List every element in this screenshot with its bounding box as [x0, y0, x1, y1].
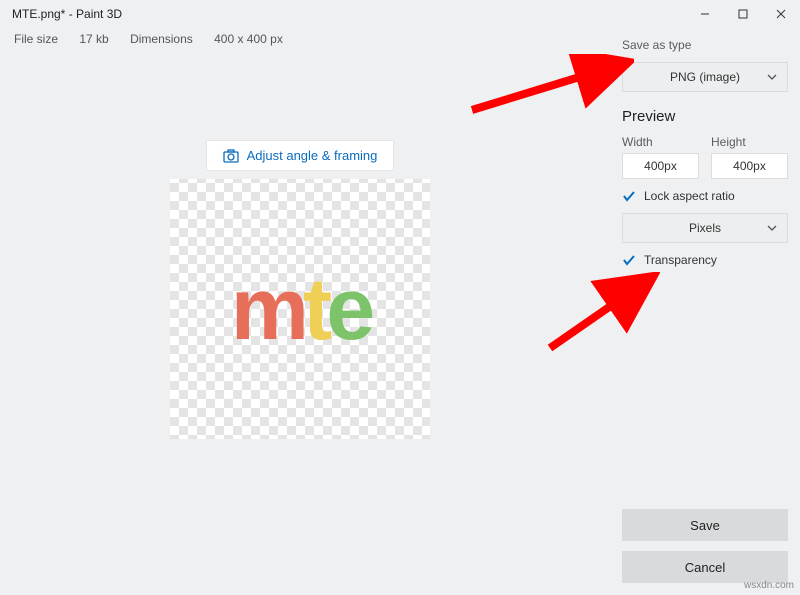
lock-aspect-label: Lock aspect ratio [644, 189, 735, 203]
chevron-down-icon [767, 225, 777, 231]
camera-icon [223, 149, 239, 163]
units-value: Pixels [689, 221, 721, 235]
main-area: Adjust angle & framing mte [0, 48, 600, 595]
width-label: Width [622, 135, 699, 149]
logo-letter-e: e [326, 259, 369, 358]
transparency-label: Transparency [644, 253, 717, 267]
file-size-value: 17 kb [79, 32, 108, 46]
lock-aspect-checkbox[interactable]: Lock aspect ratio [622, 189, 788, 203]
units-dropdown[interactable]: Pixels [622, 213, 788, 243]
maximize-icon [738, 9, 748, 19]
height-input[interactable] [711, 153, 788, 179]
watermark: wsxdn.com [744, 580, 794, 591]
minimize-button[interactable] [686, 0, 724, 28]
dimensions-label: Dimensions [130, 32, 193, 46]
dimensions-row: Width Height [622, 135, 788, 179]
width-input[interactable] [622, 153, 699, 179]
maximize-button[interactable] [724, 0, 762, 28]
save-as-type-label: Save as type [622, 38, 788, 52]
save-button[interactable]: Save [622, 509, 788, 541]
window-title: MTE.png* - Paint 3D [12, 7, 122, 21]
adjust-angle-button[interactable]: Adjust angle & framing [206, 140, 395, 171]
sidebar: Save as type PNG (image) Preview Width H… [610, 28, 800, 595]
preview-heading: Preview [622, 108, 788, 125]
close-icon [776, 9, 786, 19]
window-controls [686, 0, 800, 28]
image-content: mte [231, 258, 370, 360]
checkmark-icon [622, 253, 636, 267]
file-size-label: File size [14, 32, 58, 46]
chevron-down-icon [767, 74, 777, 80]
close-button[interactable] [762, 0, 800, 28]
file-type-value: PNG (image) [670, 70, 740, 84]
height-label: Height [711, 135, 788, 149]
file-type-dropdown[interactable]: PNG (image) [622, 62, 788, 92]
titlebar: MTE.png* - Paint 3D [0, 0, 800, 28]
dimensions-value: 400 x 400 px [214, 32, 283, 46]
adjust-angle-label: Adjust angle & framing [247, 148, 378, 163]
checkmark-icon [622, 189, 636, 203]
minimize-icon [700, 9, 710, 19]
logo-letter-t: t [303, 259, 326, 358]
image-canvas[interactable]: mte [170, 179, 430, 439]
transparency-checkbox[interactable]: Transparency [622, 253, 788, 267]
logo-letter-m: m [231, 259, 303, 358]
cancel-button[interactable]: Cancel [622, 551, 788, 583]
